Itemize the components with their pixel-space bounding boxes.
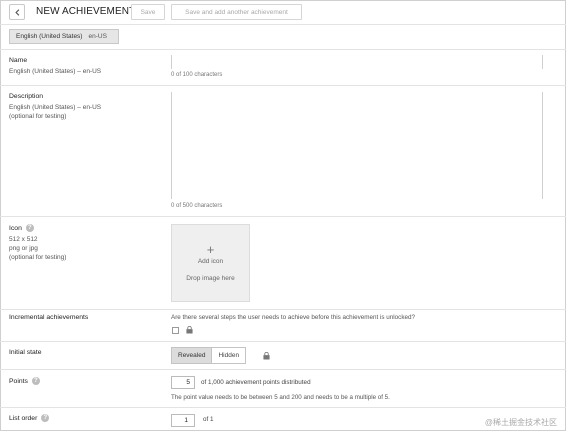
save-and-add-button[interactable]: Save and add another achievement: [171, 4, 302, 20]
drop-image-label: Drop image here: [186, 275, 235, 282]
incremental-label: Incremental achievements: [9, 314, 89, 321]
chevron-left-icon: [14, 8, 19, 16]
icon-size: 512 x 512: [9, 236, 38, 243]
description-textarea[interactable]: [171, 92, 543, 199]
lock-icon: [186, 326, 193, 334]
section-divider: [0, 216, 566, 217]
save-button[interactable]: Save: [131, 4, 165, 20]
watermark: @稀土掘金技术社区: [484, 418, 557, 427]
initial-state-label: Initial state: [9, 349, 42, 356]
initial-state-revealed[interactable]: Revealed: [172, 348, 213, 363]
section-divider: [0, 369, 566, 370]
section-divider: [0, 309, 566, 310]
help-icon[interactable]: ?: [25, 224, 34, 232]
list-order-suffix: of 1: [203, 416, 214, 423]
list-order-label: List order: [9, 414, 38, 422]
add-icon-label: Add icon: [197, 258, 224, 265]
points-label-row: Points ?: [9, 377, 40, 385]
icon-label-row: Icon ?: [9, 224, 34, 232]
page-title: NEW ACHIEVEMENT: [36, 6, 136, 17]
back-button[interactable]: [9, 4, 25, 20]
language-tab-name: English (United States): [16, 33, 83, 40]
points-input[interactable]: 5: [171, 376, 195, 389]
initial-state-toggle: Revealed Hidden: [171, 347, 247, 364]
header-divider: [0, 24, 566, 25]
section-divider: [0, 85, 566, 86]
language-tab-code: en-US: [88, 33, 107, 40]
points-note: The point value needs to be between 5 an…: [171, 394, 390, 401]
points-distributed: of 1,000 achievement points distributed: [201, 379, 311, 386]
help-icon[interactable]: ?: [31, 377, 40, 385]
list-order-input[interactable]: 1: [171, 414, 195, 427]
section-divider: [0, 407, 566, 408]
name-label: Name: [9, 57, 28, 64]
icon-dropzone[interactable]: + Add icon Drop image here: [171, 224, 250, 302]
section-divider: [0, 49, 566, 50]
incremental-checkbox[interactable]: [172, 327, 179, 334]
description-label: Description: [9, 93, 43, 100]
name-char-counter: 0 of 100 characters: [171, 72, 223, 78]
help-icon[interactable]: ?: [41, 414, 50, 422]
section-divider: [0, 341, 566, 342]
name-input[interactable]: [171, 55, 543, 69]
icon-format: png or jpg: [9, 245, 38, 252]
icon-label: Icon: [9, 224, 22, 232]
language-tab[interactable]: English (United States) en-US: [9, 29, 119, 44]
plus-icon: +: [206, 242, 215, 257]
description-sublabel-lang: English (United States) – en-US: [9, 104, 102, 111]
points-label: Points: [9, 377, 28, 385]
icon-note: (optional for testing): [9, 254, 67, 261]
description-char-counter: 0 of 500 characters: [171, 203, 223, 209]
list-order-label-row: List order ?: [9, 414, 50, 422]
initial-state-hidden[interactable]: Hidden: [212, 348, 246, 363]
incremental-question: Are there several steps the user needs t…: [171, 314, 415, 321]
description-sublabel-note: (optional for testing): [9, 113, 67, 120]
name-sublabel: English (United States) – en-US: [9, 68, 102, 75]
lock-icon: [263, 352, 270, 360]
